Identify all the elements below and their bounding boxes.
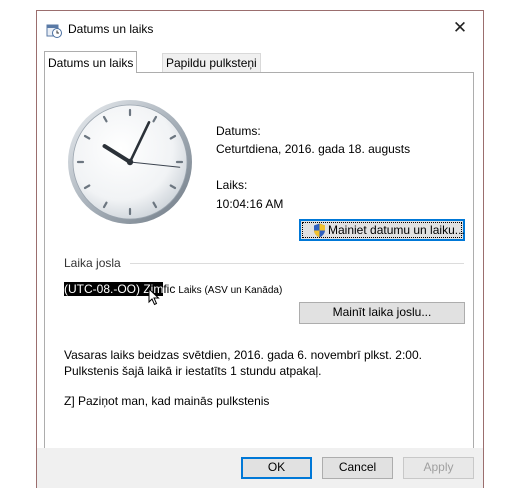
time-value: 10:04:16 AM (216, 197, 284, 211)
timezone-text-small: Laiks (ASV un Kanāda) (178, 285, 283, 296)
tab-panel: Datums: Ceturtdiena, 2016. gada 18. augu… (44, 72, 474, 449)
close-button[interactable]: ✕ (437, 11, 483, 47)
time-label: Laiks: (216, 178, 248, 192)
ok-button[interactable]: OK (241, 457, 312, 479)
change-date-time-button[interactable]: Mainiet datumu un laiku... (299, 219, 465, 241)
timezone-text-rest: fic (163, 282, 176, 296)
cancel-button[interactable]: Cancel (322, 457, 393, 479)
dst-line-2: Pulkstenis šajā laikā ir iestatīts 1 stu… (64, 364, 322, 378)
dialog-footer: OK Cancel Apply (37, 448, 483, 488)
change-date-time-label: Mainiet datumu un laiku... (328, 223, 465, 237)
tab-additional-clocks[interactable]: Papildu pulksteņi (162, 53, 261, 72)
apply-button[interactable]: Apply (403, 457, 474, 479)
notify-checkbox[interactable]: Z] Paziņot man, kad mainās pulkstenis (64, 394, 269, 408)
date-time-dialog: Datums un laiks ✕ Datums un laiks Papild… (36, 10, 484, 488)
window-title: Datums un laiks (68, 22, 154, 36)
timezone-divider (130, 263, 464, 264)
date-label: Datums: (216, 124, 261, 138)
close-icon: ✕ (452, 18, 468, 37)
uac-shield-icon (314, 223, 325, 238)
timezone-value: (UTC-08.-OO) Zimfic Laiks (ASV un Kanāda) (64, 282, 282, 296)
title-bar: Datums un laiks ✕ (37, 11, 483, 47)
date-value: Ceturtdiena, 2016. gada 18. augusts (216, 142, 411, 156)
dst-line-1: Vasaras laiks beidzas svētdien, 2016. ga… (64, 348, 422, 362)
change-timezone-button[interactable]: Mainīt laika joslu... (299, 302, 465, 324)
tab-date-time[interactable]: Datums un laiks (44, 51, 138, 73)
timezone-header: Laika josla (64, 256, 121, 270)
tab-strip: Datums un laiks Papildu pulksteņi (44, 51, 474, 73)
date-time-icon (46, 24, 62, 38)
mouse-pointer-icon (148, 288, 160, 306)
analog-clock (68, 100, 192, 224)
